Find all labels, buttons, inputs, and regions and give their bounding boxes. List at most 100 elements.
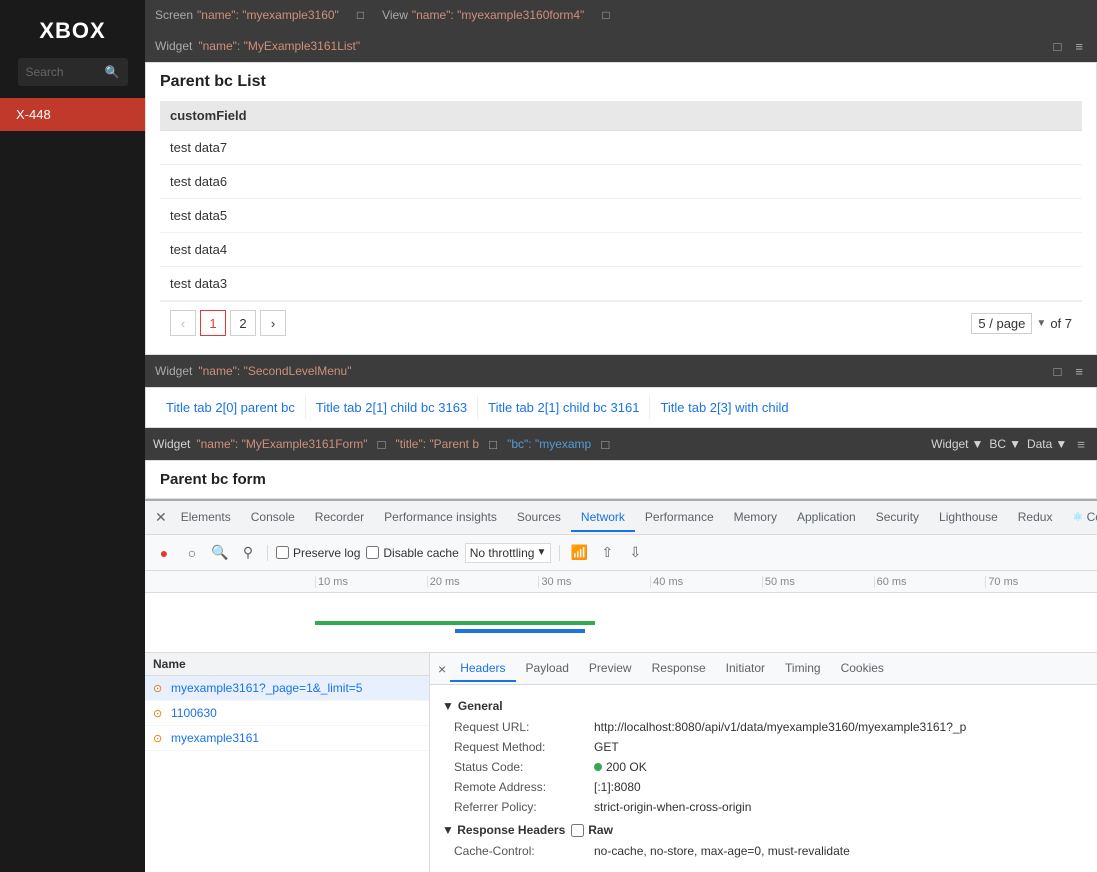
referrer-policy-label: Referrer Policy:	[454, 800, 594, 814]
disable-cache-checkbox[interactable]	[366, 546, 379, 559]
bc-dropdown[interactable]: BC ▼	[989, 437, 1021, 451]
tab-performance[interactable]: Performance	[635, 504, 724, 532]
clear-btn[interactable]: ○	[181, 542, 203, 564]
wifi-icon[interactable]: 📶	[568, 542, 590, 564]
prev-page-btn[interactable]: ‹	[170, 310, 196, 336]
menu-tab-3[interactable]: Title tab 2[3] with child	[649, 396, 798, 419]
widget-list-label: Widget	[155, 39, 192, 53]
tab-perf-insights[interactable]: Performance insights	[374, 504, 507, 532]
search-box[interactable]: Search 🔍	[18, 58, 128, 86]
referrer-policy-row: Referrer Policy: strict-origin-when-cros…	[442, 797, 1085, 817]
request-method-label: Request Method:	[454, 740, 594, 754]
cache-control-value: no-cache, no-store, max-age=0, must-reva…	[594, 844, 850, 858]
page-1-btn[interactable]: 1	[200, 310, 226, 336]
raw-checkbox[interactable]	[571, 824, 584, 837]
screen-item: Screen "name": "myexample3160"	[155, 8, 339, 22]
widget-dropdown[interactable]: Widget ▼	[931, 437, 983, 451]
sidebar-item-x448[interactable]: X-448	[0, 98, 145, 131]
raw-checkbox-label: Raw	[571, 823, 613, 837]
per-page-select[interactable]: 5 / page	[971, 313, 1032, 334]
detail-tab-headers[interactable]: Headers	[450, 656, 515, 682]
data-dropdown[interactable]: Data ▼	[1027, 437, 1067, 451]
throttle-select[interactable]: No throttling ▼	[465, 543, 552, 563]
list-header: customField	[160, 101, 1082, 131]
view-copy-icon[interactable]: □	[602, 8, 609, 22]
status-dot	[594, 763, 602, 771]
status-code-value: 200 OK	[594, 760, 647, 774]
view-item: View "name": "myexample3160form4"	[382, 8, 584, 22]
form-bc-attr: "bc": "myexamp	[507, 437, 591, 451]
detail-tab-preview[interactable]: Preview	[579, 656, 642, 682]
detail-tab-payload[interactable]: Payload	[516, 656, 579, 682]
widget-menu-copy-btn[interactable]: □	[1050, 362, 1066, 381]
preserve-log-checkbox[interactable]	[276, 546, 289, 559]
details-body: ▼ General Request URL: http://localhost:…	[430, 685, 1097, 869]
widget-form-copy-btn[interactable]: □	[373, 435, 389, 454]
detail-tabs: × Headers Payload Preview Response Initi…	[430, 653, 1097, 685]
request-row-2[interactable]: ⊙ myexample3161	[145, 726, 429, 751]
detail-tab-cookies[interactable]: Cookies	[831, 656, 894, 682]
resp-headers-section-header[interactable]: ▼ Response Headers Raw	[442, 817, 1085, 841]
tab-sources[interactable]: Sources	[507, 504, 571, 532]
cache-control-label: Cache-Control:	[454, 844, 594, 858]
marker-30ms: 30 ms	[538, 576, 650, 588]
menu-tab-2[interactable]: Title tab 2[1] child bc 3161	[477, 396, 649, 419]
request-row-0[interactable]: ⊙ myexample3161?_page=1&_limit=5	[145, 676, 429, 701]
search-placeholder: Search	[26, 65, 64, 79]
next-page-btn[interactable]: ›	[260, 310, 286, 336]
tab-redux[interactable]: Redux	[1008, 504, 1063, 532]
page-2-btn[interactable]: 2	[230, 310, 256, 336]
form-more-btn[interactable]: ≡	[1073, 435, 1089, 454]
devtools-close-btn[interactable]: ✕	[151, 509, 171, 526]
search-btn[interactable]: ⚲	[237, 542, 259, 564]
record-btn[interactable]: ●	[153, 542, 175, 564]
widget-list-copy-btn[interactable]: □	[1050, 37, 1066, 56]
tab-recorder[interactable]: Recorder	[305, 504, 374, 532]
detail-tab-response[interactable]: Response	[642, 656, 716, 682]
form-title: Parent bc form	[160, 471, 1082, 488]
tab-elements[interactable]: Elements	[171, 504, 241, 532]
widget-menu-name: "name": "SecondLevelMenu"	[198, 364, 351, 378]
screen-copy-icon[interactable]: □	[357, 8, 364, 22]
menu-panel: Title tab 2[0] parent bc Title tab 2[1] …	[145, 387, 1097, 428]
detail-close-btn[interactable]: ×	[438, 661, 446, 677]
tab-lighthouse[interactable]: Lighthouse	[929, 504, 1008, 532]
tab-memory[interactable]: Memory	[724, 504, 787, 532]
marker-40ms: 40 ms	[650, 576, 762, 588]
form-title-copy-btn[interactable]: □	[485, 435, 501, 454]
menu-tab-0[interactable]: Title tab 2[0] parent bc	[156, 396, 305, 419]
list-row[interactable]: test data7	[160, 131, 1082, 165]
list-row[interactable]: test data5	[160, 199, 1082, 233]
tab-security[interactable]: Security	[866, 504, 929, 532]
status-code-row: Status Code: 200 OK	[442, 757, 1085, 777]
list-row[interactable]: test data6	[160, 165, 1082, 199]
general-section-header[interactable]: ▼ General	[442, 693, 1085, 717]
request-method-value: GET	[594, 740, 619, 754]
export-btn[interactable]: ⇩	[624, 542, 646, 564]
filter-btn[interactable]: 🔍	[209, 542, 231, 564]
tab-components[interactable]: ⚛ Components	[1062, 504, 1097, 532]
request-name-0: myexample3161?_page=1&_limit=5	[171, 681, 362, 695]
widget-list-name: "name": "MyExample3161List"	[198, 39, 360, 53]
widget-list-menu-btn[interactable]: ≡	[1071, 37, 1087, 56]
tab-application[interactable]: Application	[787, 504, 866, 532]
detail-tab-timing[interactable]: Timing	[775, 656, 831, 682]
request-row-1[interactable]: ⊙ 1100630	[145, 701, 429, 726]
general-chevron: ▼	[442, 699, 454, 713]
pagination-right: 5 / page ▼ of 7	[971, 313, 1072, 334]
request-name-2: myexample3161	[171, 731, 259, 745]
menu-tab-1[interactable]: Title tab 2[1] child bc 3163	[305, 396, 477, 419]
disable-cache-text: Disable cache	[383, 546, 458, 560]
tab-network[interactable]: Network	[571, 504, 635, 532]
import-btn[interactable]: ⇧	[596, 542, 618, 564]
name-col-header: Name	[145, 653, 429, 676]
tab-console[interactable]: Console	[241, 504, 305, 532]
widget-menu-menu-btn[interactable]: ≡	[1071, 362, 1087, 381]
general-title: General	[458, 699, 503, 713]
view-label: View	[382, 8, 408, 22]
form-bc-copy-btn[interactable]: □	[597, 435, 613, 454]
list-row[interactable]: test data4	[160, 233, 1082, 267]
detail-tab-initiator[interactable]: Initiator	[716, 656, 775, 682]
list-row[interactable]: test data3	[160, 267, 1082, 301]
sidebar: XBOX Search 🔍 X-448	[0, 0, 145, 872]
